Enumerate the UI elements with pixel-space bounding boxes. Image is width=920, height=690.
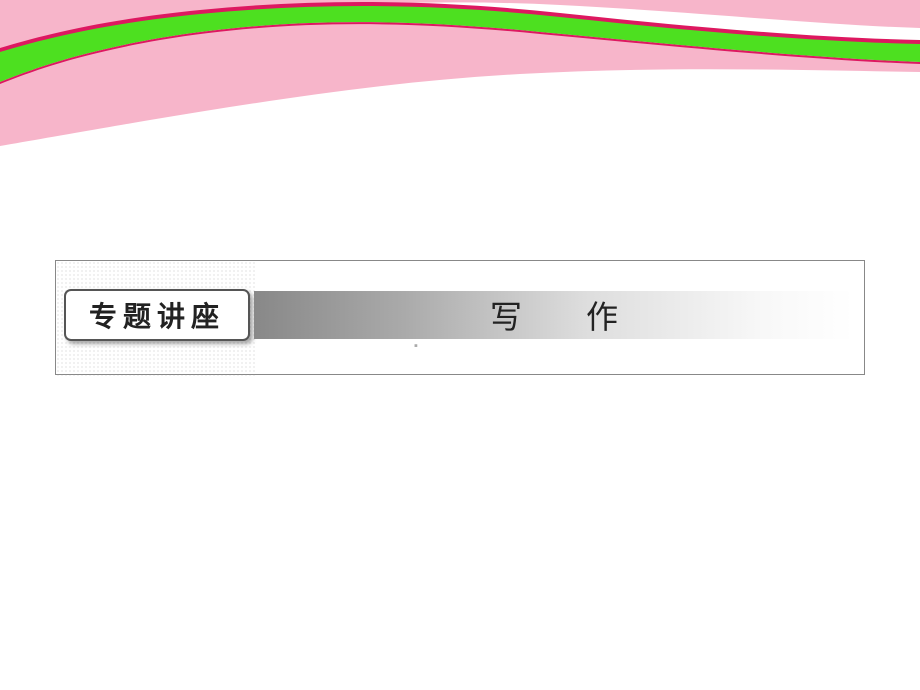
badge-label: 专题讲座 — [89, 295, 225, 335]
lecture-badge: 专题讲座 — [64, 289, 250, 341]
decorative-waves — [0, 0, 920, 170]
content-panel: 专题讲座 写 作 — [55, 260, 865, 375]
center-marker: ▪ — [414, 340, 418, 352]
title-bar: 写 作 — [254, 291, 854, 339]
slide-title: 写 作 — [462, 292, 646, 338]
